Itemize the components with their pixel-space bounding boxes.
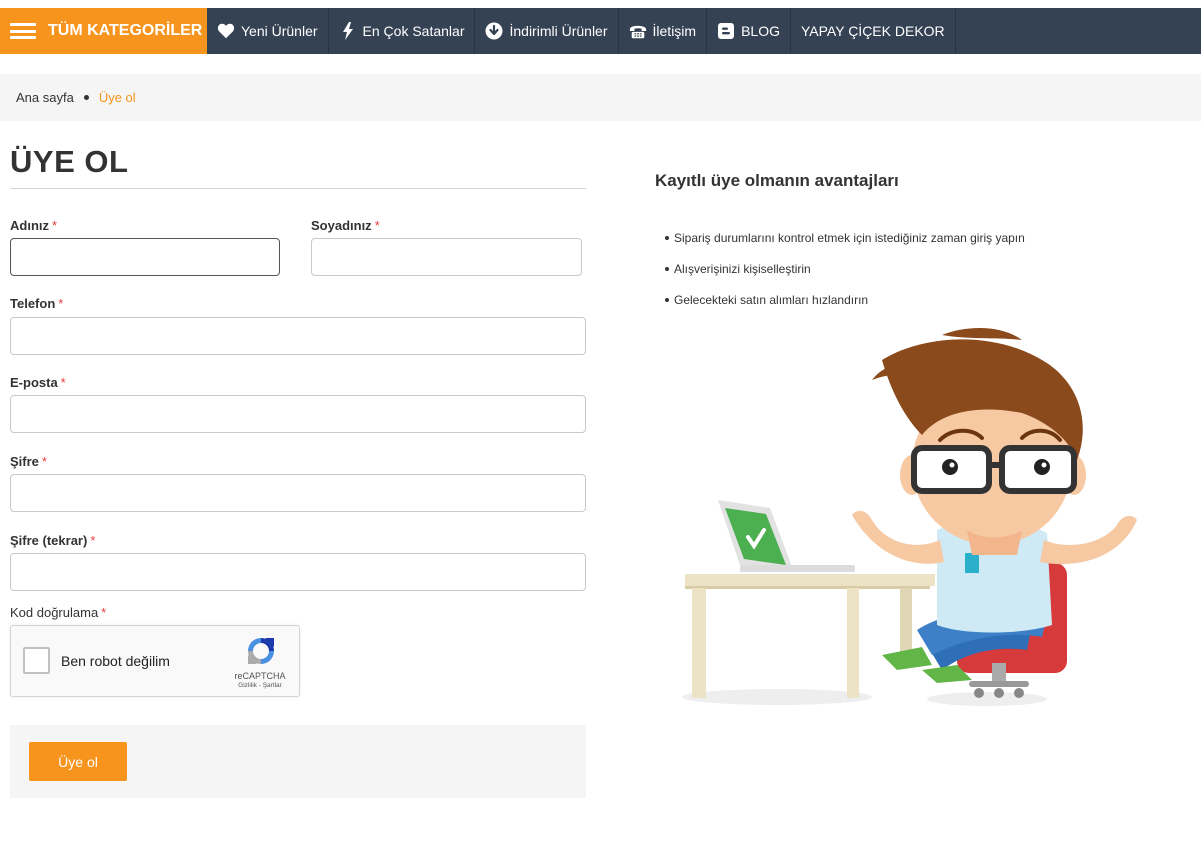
required-marker: * bbox=[90, 533, 96, 548]
first-name-input[interactable] bbox=[10, 238, 280, 276]
happy-user-illustration bbox=[682, 328, 1137, 706]
breadcrumb-home-link[interactable]: Ana sayfa bbox=[16, 90, 74, 105]
nav-blog-label: BLOG bbox=[741, 23, 780, 39]
required-marker: * bbox=[101, 605, 107, 620]
top-strip bbox=[0, 0, 1201, 8]
nav-blog[interactable]: BLOG bbox=[707, 8, 791, 54]
last-name-input[interactable] bbox=[311, 238, 582, 276]
required-marker: * bbox=[60, 375, 66, 390]
nav-artificial-flower-decor-label: YAPAY ÇİÇEK DEKOR bbox=[800, 23, 945, 39]
all-categories-label: TÜM KATEGORİLER bbox=[48, 22, 203, 39]
list-item: Alışverişinizi kişiselleştirin bbox=[665, 261, 1025, 292]
breadcrumb: Ana sayfa Üye ol bbox=[0, 74, 1201, 121]
last-name-label: Soyadınız * bbox=[311, 218, 380, 233]
nav-discounted-products-label: İndirimli Ürünler bbox=[509, 23, 608, 39]
advantages-list: Sipariş durumlarını kontrol etmek için i… bbox=[665, 230, 1025, 323]
last-name-label-text: Soyadınız bbox=[311, 218, 372, 233]
first-name-label-text: Adınız bbox=[10, 218, 49, 233]
password-label: Şifre * bbox=[10, 454, 47, 469]
captcha-label-text: Kod doğrulama bbox=[10, 605, 99, 620]
recaptcha-privacy-terms-links[interactable]: Gizlilik - Şartlar bbox=[221, 682, 299, 689]
password-input[interactable] bbox=[10, 474, 586, 512]
password-label-text: Şifre bbox=[10, 454, 39, 469]
password-repeat-input[interactable] bbox=[10, 553, 586, 591]
hamburger-menu-icon bbox=[10, 23, 36, 39]
nav-contact-label: İletişim bbox=[652, 23, 697, 39]
first-name-label: Adınız * bbox=[10, 218, 57, 233]
recaptcha-checkbox-label: Ben robot değilim bbox=[61, 653, 170, 669]
submit-panel: Üye ol bbox=[10, 725, 586, 798]
register-submit-button[interactable]: Üye ol bbox=[29, 742, 127, 781]
required-marker: * bbox=[52, 218, 58, 233]
required-marker: * bbox=[41, 454, 47, 469]
recaptcha-widget: Ben robot değilim reCAPTCHA Gizlilik - Ş… bbox=[10, 625, 300, 697]
title-divider bbox=[10, 188, 586, 189]
nav-best-sellers[interactable]: En Çok Satanlar bbox=[329, 8, 476, 54]
phone-icon bbox=[629, 22, 647, 40]
captcha-label: Kod doğrulama * bbox=[10, 605, 106, 620]
recaptcha-logo-icon bbox=[245, 635, 277, 667]
email-label: E-posta * bbox=[10, 375, 66, 390]
heart-icon bbox=[217, 22, 235, 40]
lightning-icon bbox=[339, 22, 357, 40]
down-circle-icon bbox=[485, 22, 503, 40]
phone-label-text: Telefon bbox=[10, 296, 56, 311]
email-input[interactable] bbox=[10, 395, 586, 433]
page-title: ÜYE OL bbox=[10, 144, 129, 179]
nav-new-products[interactable]: Yeni Ürünler bbox=[207, 8, 329, 54]
nav-best-sellers-label: En Çok Satanlar bbox=[362, 23, 465, 39]
all-categories-button[interactable]: TÜM KATEGORİLER bbox=[0, 8, 207, 54]
required-marker: * bbox=[58, 296, 64, 311]
password-repeat-label: Şifre (tekrar) * bbox=[10, 533, 95, 548]
blogger-icon bbox=[717, 22, 735, 40]
nav-contact[interactable]: İletişim bbox=[619, 8, 708, 54]
breadcrumb-separator bbox=[83, 95, 89, 100]
password-repeat-label-text: Şifre (tekrar) bbox=[10, 533, 88, 548]
main-navbar: TÜM KATEGORİLER Yeni Ürünler En Çok Sata… bbox=[0, 8, 1201, 54]
nav-new-products-label: Yeni Ürünler bbox=[241, 23, 318, 39]
recaptcha-checkbox[interactable] bbox=[23, 647, 50, 674]
required-marker: * bbox=[374, 218, 380, 233]
email-label-text: E-posta bbox=[10, 375, 58, 390]
phone-input[interactable] bbox=[10, 317, 586, 355]
list-item: Sipariş durumlarını kontrol etmek için i… bbox=[665, 230, 1025, 261]
nav-artificial-flower-decor[interactable]: YAPAY ÇİÇEK DEKOR bbox=[791, 8, 956, 54]
nav-discounted-products[interactable]: İndirimli Ürünler bbox=[475, 8, 619, 54]
advantages-title: Kayıtlı üye olmanın avantajları bbox=[655, 171, 899, 190]
recaptcha-brand: reCAPTCHA bbox=[234, 671, 286, 681]
list-item: Gelecekteki satın alımları hızlandırın bbox=[665, 292, 1025, 323]
phone-label: Telefon * bbox=[10, 296, 63, 311]
breadcrumb-current: Üye ol bbox=[98, 90, 136, 105]
